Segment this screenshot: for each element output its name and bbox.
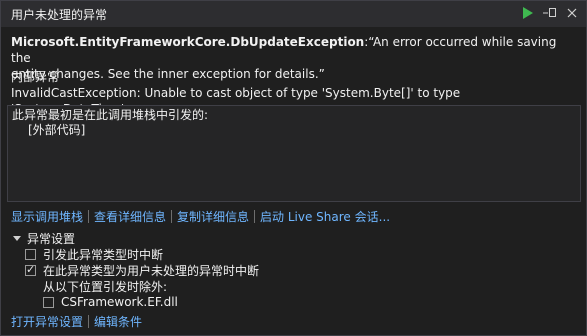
title-bar-controls	[520, 5, 580, 21]
action-links: 显示调用堆栈 查看详细信息 复制详细信息 启动 Live Share 会话...	[11, 208, 390, 225]
break-when-thrown-checkbox[interactable]	[25, 248, 36, 260]
show-call-stack-link[interactable]: 显示调用堆栈	[11, 208, 83, 225]
call-stack-box[interactable]: 此异常最初是在此调用堆栈中引发的: [外部代码]	[7, 105, 581, 202]
call-stack-frame[interactable]: [外部代码]	[28, 123, 85, 138]
except-module-label: CSFramework.EF.dll	[61, 295, 178, 309]
break-when-thrown-label: 引发此异常类型时中断	[43, 247, 164, 262]
break-when-unhandled-label: 在此异常类型为用户未处理的异常时中断	[43, 263, 260, 278]
link-separator	[88, 210, 90, 223]
link-separator	[254, 210, 256, 223]
continue-play-icon[interactable]	[520, 5, 536, 21]
exception-helper-window: 用户未处理的异常 Microsoft.EntityFrameworkCore.D…	[0, 0, 587, 336]
option-except-module[interactable]: CSFramework.EF.dll	[43, 294, 178, 310]
exception-settings-toggle[interactable]: 异常设置	[11, 230, 75, 246]
inner-exception-heading: 内部异常	[11, 70, 60, 84]
option-break-when-thrown[interactable]: 引发此异常类型时中断	[25, 246, 163, 262]
close-icon[interactable]	[564, 5, 580, 21]
open-exception-settings-link[interactable]: 打开异常设置	[11, 313, 83, 330]
exception-settings-header: 异常设置	[27, 231, 76, 246]
checkmark-icon: ✓	[26, 262, 36, 276]
window-title: 用户未处理的异常	[11, 8, 108, 22]
link-separator	[171, 210, 173, 223]
restore-icon[interactable]	[542, 5, 558, 21]
exception-type: Microsoft.EntityFrameworkCore.DbUpdateEx…	[11, 35, 365, 49]
settings-links: 打开异常设置 编辑条件	[11, 313, 142, 330]
edit-conditions-link[interactable]: 编辑条件	[94, 313, 142, 330]
view-details-link[interactable]: 查看详细信息	[94, 208, 166, 225]
start-live-share-link[interactable]: 启动 Live Share 会话...	[260, 208, 390, 225]
copy-details-link[interactable]: 复制详细信息	[177, 208, 249, 225]
except-when-thrown-label: 从以下位置引发时除外:	[43, 279, 168, 294]
option-break-when-unhandled[interactable]: ✓ 在此异常类型为用户未处理的异常时中断	[25, 262, 259, 278]
link-separator	[88, 315, 90, 328]
call-stack-intro: 此异常最初是在此调用堆栈中引发的:	[12, 108, 209, 122]
except-module-checkbox[interactable]	[43, 296, 54, 308]
collapse-arrow-icon[interactable]	[13, 235, 21, 241]
except-when-thrown-from: 从以下位置引发时除外:	[43, 278, 167, 294]
exception-settings: 异常设置	[11, 230, 75, 246]
break-when-unhandled-checkbox[interactable]: ✓	[25, 262, 36, 276]
title-bar: 用户未处理的异常	[1, 1, 586, 27]
